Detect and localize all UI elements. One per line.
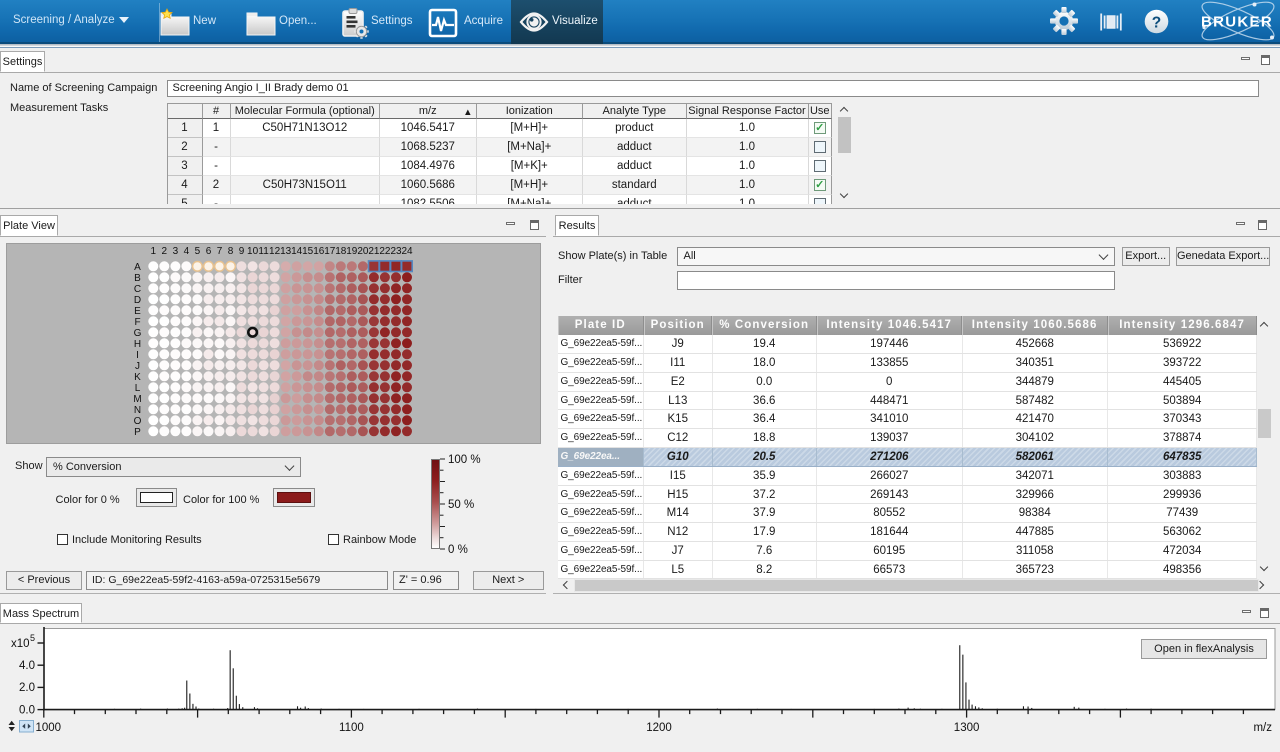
svg-text:19: 19 bbox=[346, 246, 358, 257]
svg-text:16: 16 bbox=[313, 246, 325, 257]
svg-text:N: N bbox=[134, 405, 141, 416]
svg-text:J: J bbox=[135, 361, 140, 372]
svg-text:23: 23 bbox=[390, 246, 402, 257]
svg-text:m/z: m/z bbox=[1253, 722, 1272, 734]
svg-text:E: E bbox=[134, 306, 141, 317]
svg-text:11: 11 bbox=[258, 246, 269, 257]
svg-text:50 %: 50 % bbox=[448, 499, 474, 511]
svg-text:12: 12 bbox=[269, 246, 281, 257]
svg-text:1: 1 bbox=[151, 246, 157, 257]
svg-text:21: 21 bbox=[368, 246, 380, 257]
svg-text:0.0: 0.0 bbox=[19, 704, 35, 716]
svg-text:A: A bbox=[134, 262, 141, 273]
svg-text:M: M bbox=[133, 394, 141, 405]
svg-text:5: 5 bbox=[30, 633, 35, 643]
svg-text:L: L bbox=[135, 383, 141, 394]
svg-text:I: I bbox=[136, 350, 139, 361]
svg-text:O: O bbox=[134, 416, 142, 427]
svg-text:14: 14 bbox=[291, 246, 303, 257]
svg-text:0 %: 0 % bbox=[448, 544, 468, 556]
svg-text:7: 7 bbox=[217, 246, 223, 257]
svg-text:17: 17 bbox=[324, 246, 336, 257]
svg-text:22: 22 bbox=[379, 246, 391, 257]
svg-text:4.0: 4.0 bbox=[19, 660, 35, 672]
svg-text:B: B bbox=[134, 273, 141, 284]
svg-text:2: 2 bbox=[162, 246, 168, 257]
svg-text:10: 10 bbox=[247, 246, 259, 257]
svg-text:x10: x10 bbox=[11, 638, 30, 650]
svg-text:20: 20 bbox=[357, 246, 369, 257]
svg-text:2.0: 2.0 bbox=[19, 682, 35, 694]
svg-text:5: 5 bbox=[195, 246, 201, 257]
svg-text:1100: 1100 bbox=[339, 722, 364, 734]
svg-text:?: ? bbox=[1152, 15, 1161, 32]
svg-text:1200: 1200 bbox=[646, 722, 672, 734]
svg-text:6: 6 bbox=[206, 246, 212, 257]
svg-text:4: 4 bbox=[184, 246, 190, 257]
svg-text:18: 18 bbox=[335, 246, 347, 257]
svg-text:P: P bbox=[134, 427, 141, 438]
svg-text:15: 15 bbox=[302, 246, 314, 257]
svg-text:1300: 1300 bbox=[954, 722, 980, 734]
svg-text:100 %: 100 % bbox=[448, 454, 481, 466]
svg-text:BRUKER: BRUKER bbox=[1201, 14, 1273, 31]
svg-text:24: 24 bbox=[401, 246, 413, 257]
svg-text:G: G bbox=[134, 328, 142, 339]
svg-text:3: 3 bbox=[173, 246, 179, 257]
svg-text:13: 13 bbox=[280, 246, 292, 257]
svg-text:9: 9 bbox=[239, 246, 245, 257]
svg-text:8: 8 bbox=[228, 246, 234, 257]
svg-text:H: H bbox=[134, 339, 141, 350]
svg-text:C: C bbox=[134, 284, 141, 295]
svg-text:D: D bbox=[134, 295, 141, 306]
svg-text:F: F bbox=[134, 317, 140, 328]
svg-text:1000: 1000 bbox=[36, 722, 62, 734]
svg-text:K: K bbox=[134, 372, 141, 383]
